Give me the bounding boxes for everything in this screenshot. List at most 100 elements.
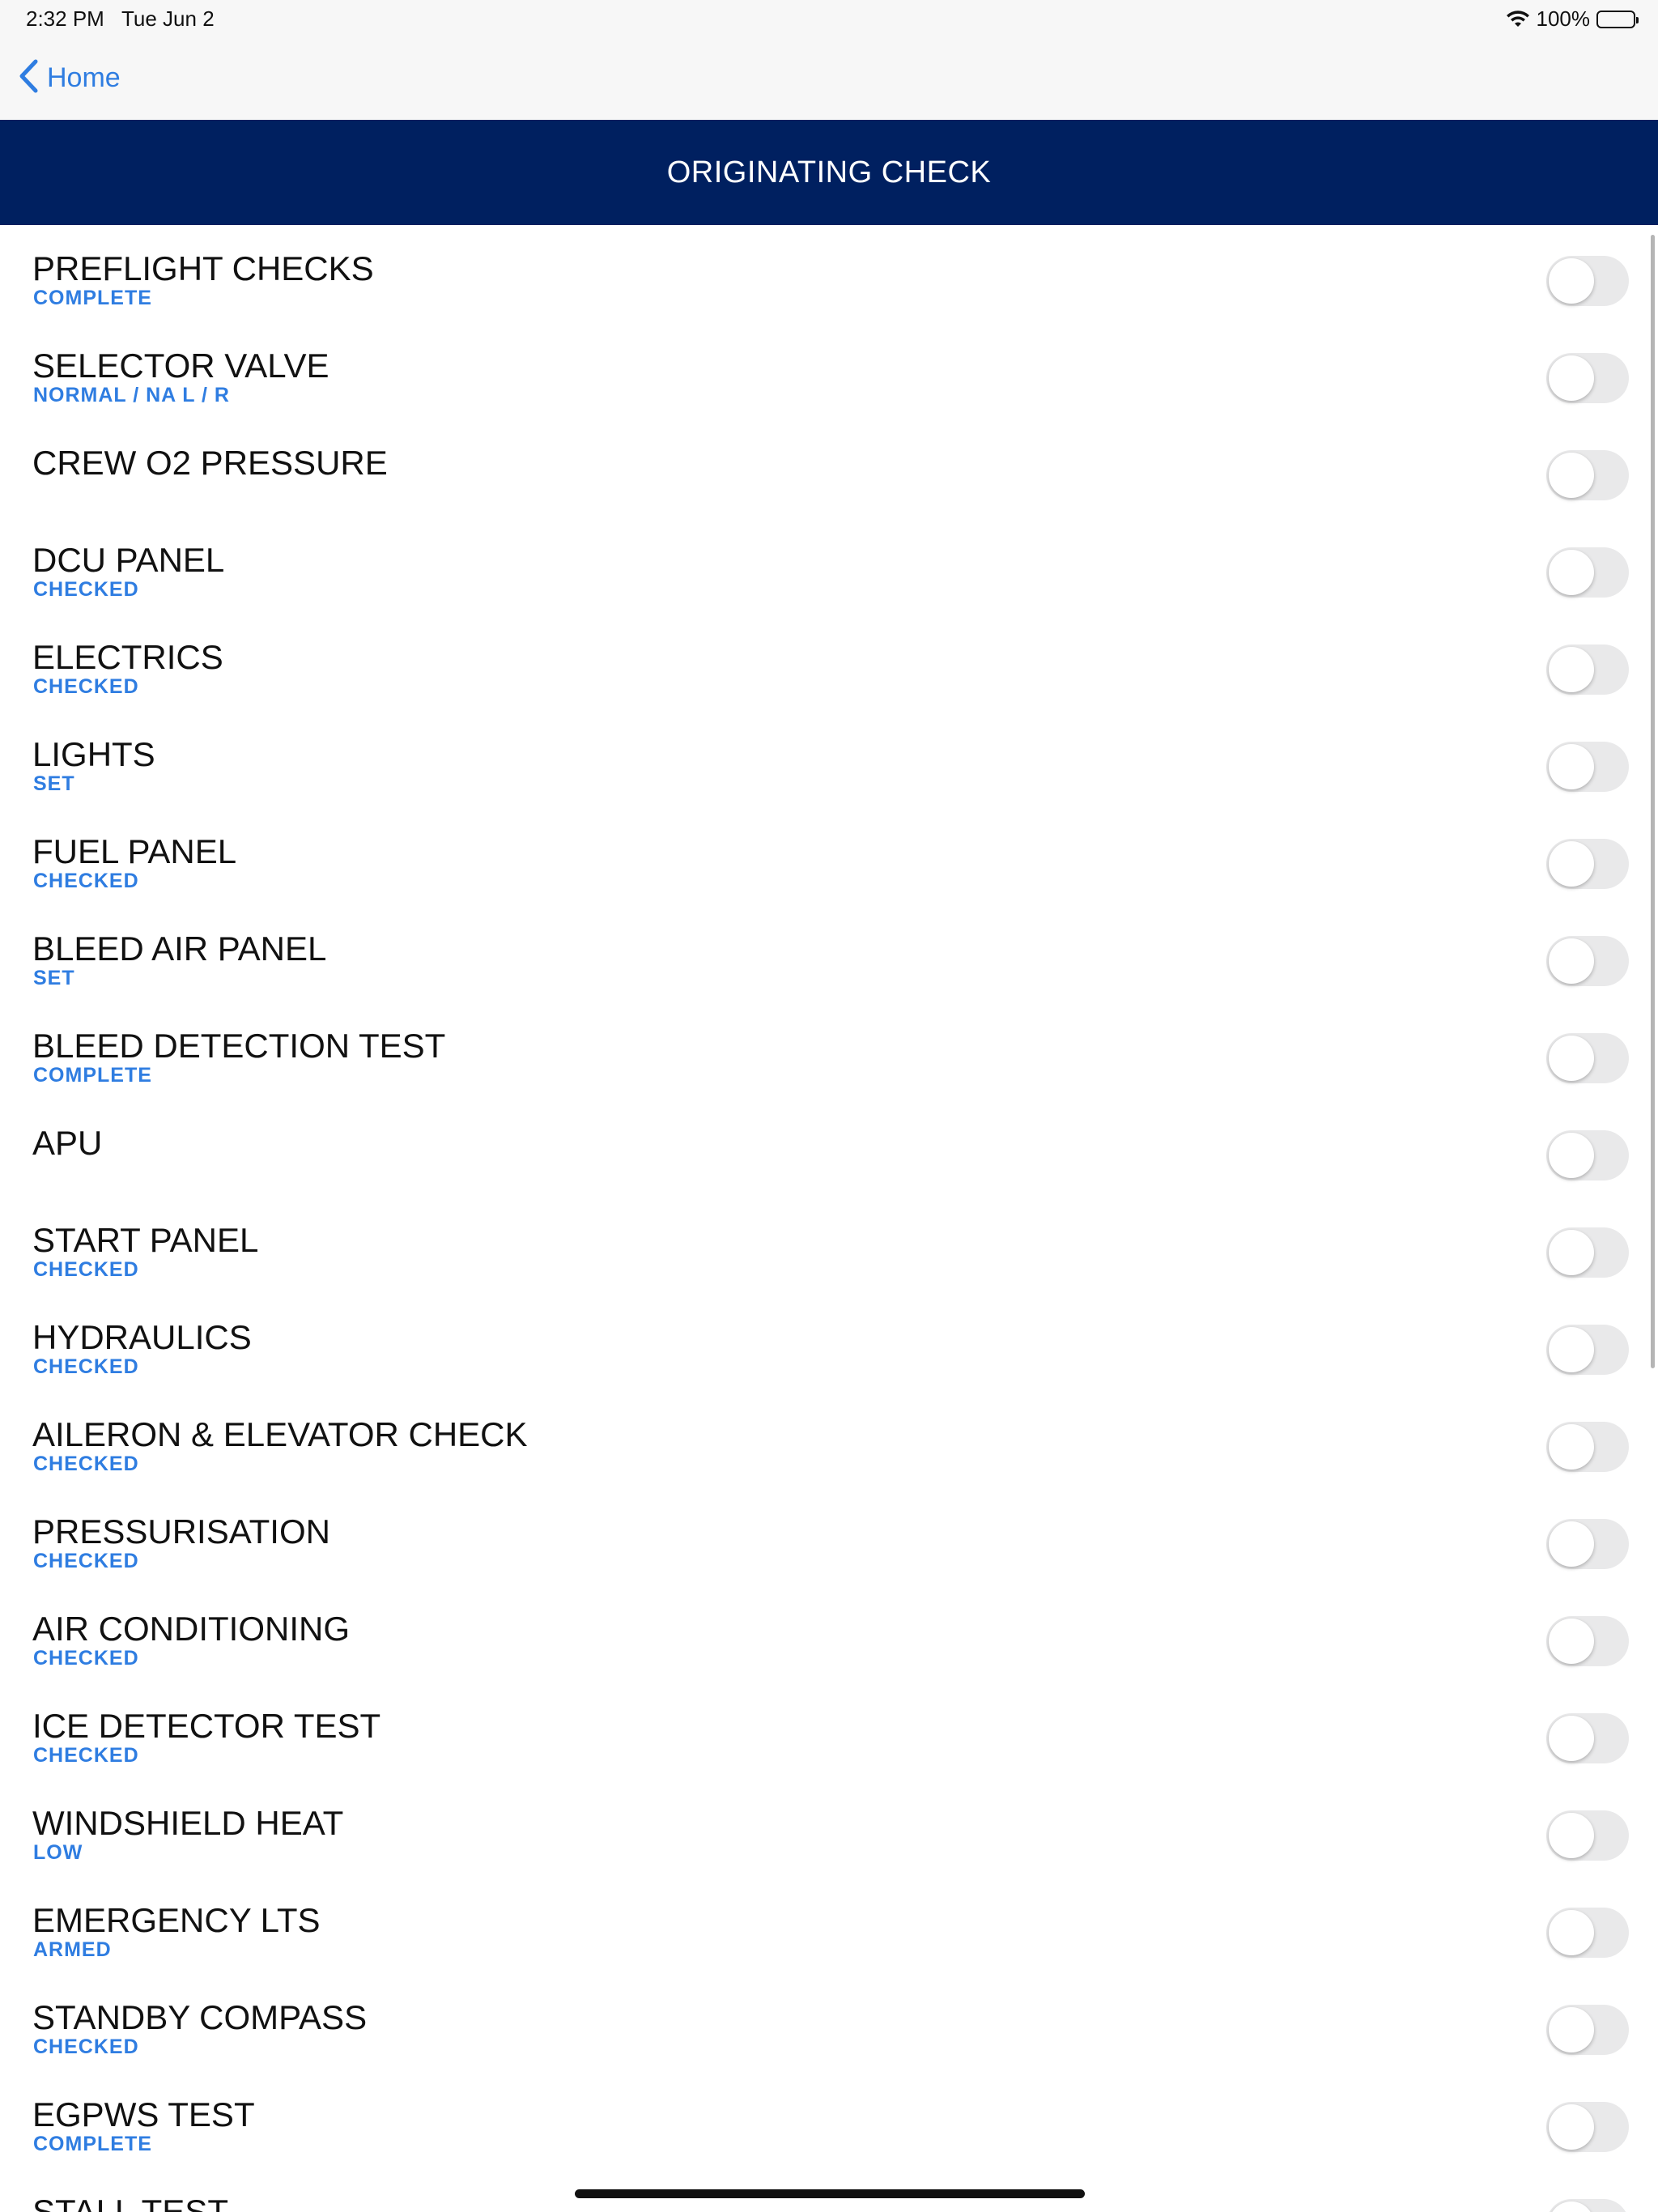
checklist-row: AIR CONDITIONING CHECKED <box>0 1585 1658 1682</box>
checklist-item-title: BLEED DETECTION TEST <box>32 1027 446 1065</box>
checklist-row: ICE DETECTOR TEST CHECKED <box>0 1682 1658 1780</box>
nav-bar: Home <box>0 39 1658 120</box>
chevron-left-icon <box>18 58 39 98</box>
checklist-item-title: APU <box>32 1124 103 1162</box>
checklist-row: SELECTOR VALVE NORMAL / NA L / R <box>0 322 1658 419</box>
checklist-item-toggle[interactable] <box>1546 1325 1629 1375</box>
checklist-item-toggle[interactable] <box>1546 1616 1629 1666</box>
checklist-row: BLEED DETECTION TEST COMPLETE <box>0 1002 1658 1100</box>
toggle-knob <box>1549 355 1594 401</box>
checklist-item-value: CHECKED <box>33 1453 139 1475</box>
checklist-item-toggle[interactable] <box>1546 2102 1629 2152</box>
toggle-knob <box>1549 938 1594 984</box>
checklist-row: PREFLIGHT CHECKS COMPLETE <box>0 225 1658 322</box>
checklist-item-toggle[interactable] <box>1546 1033 1629 1083</box>
checklist-row: PRESSURISATION CHECKED <box>0 1488 1658 1585</box>
toggle-knob <box>1549 1813 1594 1858</box>
checklist-row: ELECTRICS CHECKED <box>0 614 1658 711</box>
toggle-knob <box>1549 744 1594 789</box>
checklist-item-value: COMPLETE <box>33 287 152 309</box>
checklist-item-toggle[interactable] <box>1546 1519 1629 1569</box>
checklist-item-title: STALL TEST <box>32 2193 228 2212</box>
checklist-item-value: SET <box>33 967 75 989</box>
status-date: Tue Jun 2 <box>121 6 215 31</box>
checklist-item-title: PRESSURISATION <box>32 1512 330 1551</box>
checklist-item-toggle[interactable] <box>1546 1908 1629 1958</box>
wifi-icon <box>1506 10 1530 28</box>
toggle-knob <box>1549 1521 1594 1567</box>
checklist-row: APU <box>0 1100 1658 1197</box>
checklist-item-title: WINDSHIELD HEAT <box>32 1804 344 1842</box>
battery-icon <box>1596 10 1639 28</box>
checklist-item-value: SET <box>33 772 75 795</box>
toggle-knob <box>1549 2104 1594 2150</box>
checklist-item-title: EGPWS TEST <box>32 2095 255 2133</box>
toggle-knob <box>1549 1910 1594 1955</box>
checklist: PREFLIGHT CHECKS COMPLETE SELECTOR VALVE NO… <box>0 225 1658 2212</box>
checklist-item-toggle[interactable] <box>1546 644 1629 695</box>
scroll-indicator[interactable] <box>1651 235 1655 1368</box>
checklist-row: EGPWS TEST COMPLETE <box>0 2071 1658 2168</box>
checklist-item-toggle[interactable] <box>1546 1130 1629 1180</box>
checklist-item-value: CHECKED <box>33 1258 139 1281</box>
checklist-row: LIGHTS SET <box>0 711 1658 808</box>
toggle-knob <box>1549 1619 1594 1664</box>
checklist-item-toggle[interactable] <box>1546 839 1629 889</box>
checklist-item-toggle[interactable] <box>1546 256 1629 306</box>
checklist-item-title: HYDRAULICS <box>32 1318 252 1356</box>
checklist-item-toggle[interactable] <box>1546 936 1629 986</box>
checklist-item-title: AILERON & ELEVATOR CHECK <box>32 1415 528 1453</box>
checklist-item-title: DCU PANEL <box>32 541 225 579</box>
back-label: Home <box>47 62 121 93</box>
status-bar: 2:32 PM Tue Jun 2 100% <box>0 0 1658 39</box>
checklist-row: START PANEL CHECKED <box>0 1197 1658 1294</box>
checklist-item-title: SELECTOR VALVE <box>32 347 329 385</box>
checklist-item-value: NORMAL / NA L / R <box>33 384 230 406</box>
toggle-knob <box>1549 1424 1594 1470</box>
checklist-item-title: FUEL PANEL <box>32 832 237 870</box>
checklist-item-value: CHECKED <box>33 1355 139 1378</box>
checklist-item-value: CHECKED <box>33 1647 139 1670</box>
checklist-item-toggle[interactable] <box>1546 353 1629 403</box>
checklist-item-toggle[interactable] <box>1546 2199 1629 2212</box>
toggle-knob <box>1549 1133 1594 1178</box>
status-time: 2:32 PM <box>26 6 104 31</box>
checklist-item-value: COMPLETE <box>33 1064 152 1087</box>
back-button[interactable]: Home <box>18 58 121 98</box>
toggle-knob <box>1549 841 1594 887</box>
screen: 2:32 PM Tue Jun 2 100% Home ORIGINATING … <box>0 0 1658 2212</box>
checklist-item-toggle[interactable] <box>1546 2005 1629 2055</box>
title-bar: ORIGINATING CHECK <box>0 120 1658 225</box>
page-title: ORIGINATING CHECK <box>666 155 992 189</box>
checklist-item-value: CHECKED <box>33 2035 139 2058</box>
toggle-knob <box>1549 647 1594 692</box>
checklist-item-title: ICE DETECTOR TEST <box>32 1707 381 1745</box>
checklist-item-toggle[interactable] <box>1546 1713 1629 1763</box>
toggle-knob <box>1549 1230 1594 1275</box>
checklist-item-value: LOW <box>33 1841 83 1864</box>
checklist-item-title: EMERGENCY LTS <box>32 1901 321 1939</box>
toggle-knob <box>1549 2007 1594 2052</box>
checklist-item-toggle[interactable] <box>1546 742 1629 792</box>
checklist-item-value: CHECKED <box>33 675 139 698</box>
checklist-row: WINDSHIELD HEAT LOW <box>0 1780 1658 1877</box>
checklist-item-title: LIGHTS <box>32 735 155 773</box>
checklist-item-toggle[interactable] <box>1546 547 1629 598</box>
checklist-item-value: CHECKED <box>33 870 139 892</box>
checklist-item-title: START PANEL <box>32 1221 259 1259</box>
toggle-knob <box>1549 2201 1594 2212</box>
toggle-knob <box>1549 1036 1594 1081</box>
checklist-item-title: CREW O2 PRESSURE <box>32 444 388 482</box>
checklist-row: HYDRAULICS CHECKED <box>0 1294 1658 1391</box>
checklist-item-toggle[interactable] <box>1546 1422 1629 1472</box>
checklist-row: EMERGENCY LTS ARMED <box>0 1877 1658 1974</box>
checklist-item-toggle[interactable] <box>1546 450 1629 500</box>
checklist-item-title: AIR CONDITIONING <box>32 1610 351 1648</box>
checklist-item-value: CHECKED <box>33 1744 139 1767</box>
home-indicator[interactable] <box>575 2189 1085 2198</box>
checklist-item-toggle[interactable] <box>1546 1810 1629 1861</box>
toggle-knob <box>1549 258 1594 304</box>
toggle-knob <box>1549 1716 1594 1761</box>
checklist-item-toggle[interactable] <box>1546 1227 1629 1278</box>
checklist-row: CREW O2 PRESSURE <box>0 419 1658 517</box>
